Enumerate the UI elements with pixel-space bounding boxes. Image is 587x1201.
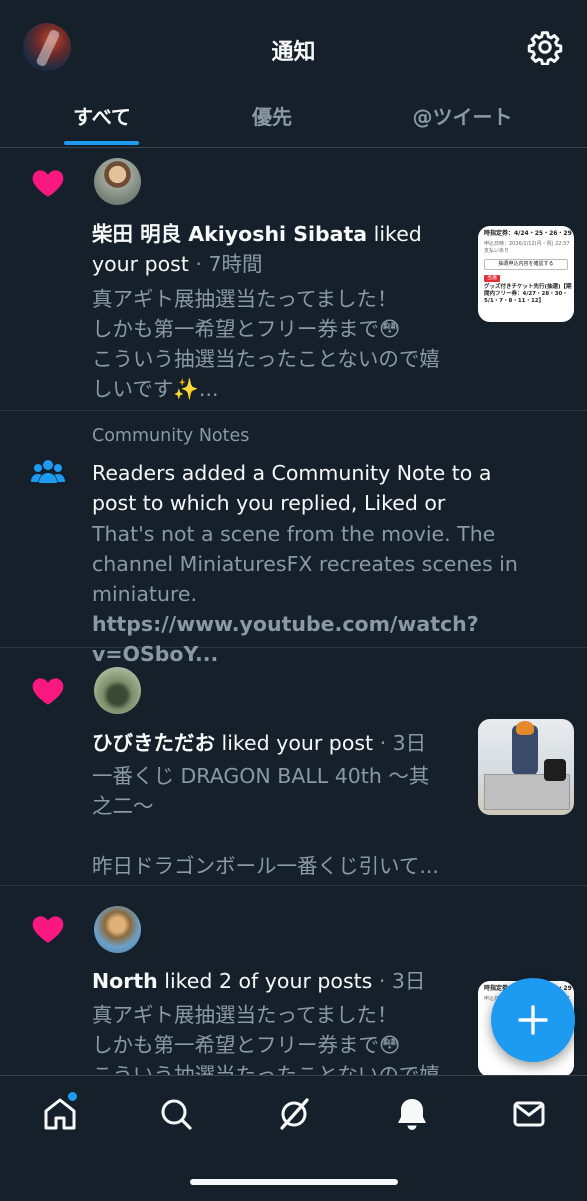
notification-tabs: すべて 優先 @ツイート [0,95,587,148]
user-name[interactable]: 柴田 明良 Akiyoshi Sibata [92,222,367,246]
messages-envelope-icon[interactable] [509,1094,549,1134]
post-thumbnail[interactable]: 時指定券：4/24・25・26・29 申込日時：2026/1/12(月・祝) 2… [478,226,574,322]
timestamp: · 7時間 [188,252,263,276]
notifications-bell-icon[interactable] [392,1094,432,1134]
post-preview: 真アギト展抽選当たってました！ しかも第一希望とフリー券まで😳 こういう抽選当た… [92,287,440,401]
tab-mentions[interactable]: @ツイート [395,101,530,130]
page-title: 通知 [271,40,316,65]
post-thumbnail[interactable] [478,719,574,815]
tab-priority[interactable]: 優先 [222,101,322,130]
notifications-feed[interactable]: 柴田 明良 Akiyoshi Sibata liked your post · … [0,148,587,1075]
notification-headline: 柴田 明良 Akiyoshi Sibata liked your post · … [92,222,422,276]
heart-icon [32,170,64,197]
category-label: Community Notes [92,426,250,446]
notification-like[interactable]: 柴田 明良 Akiyoshi Sibata liked your post · … [0,148,587,411]
timestamp: · 3日 [372,969,426,993]
notification-headline: North liked 2 of your posts · 3日 [92,969,426,993]
notification-like[interactable]: ひびきただお liked your post · 3日 一番くじ DRAGON … [0,648,587,886]
grok-icon[interactable] [274,1094,314,1134]
header: 通知 [0,0,587,95]
home-indicator [190,1179,398,1185]
post-preview: 一番くじ DRAGON BALL 40th 〜其 之二〜 昨日ドラゴンボール一番… [92,764,439,878]
user-name[interactable]: North [92,969,158,993]
notification-community-note[interactable]: Community Notes Readers added a Communit… [0,411,587,666]
user-name[interactable]: ひびきただお [92,731,215,755]
plus-icon [518,1005,548,1035]
note-text: That's not a scene from the movie. The c… [92,519,587,669]
search-icon[interactable] [156,1094,196,1134]
notification-like[interactable]: North liked 2 of your posts · 3日 真アギト展抽選… [0,886,587,1075]
community-people-icon [31,460,65,483]
active-tab-indicator [64,141,139,145]
user-avatar[interactable] [94,667,141,714]
post-preview: 真アギト展抽選当たってました！ しかも第一希望とフリー券まで😳 こういう抽選当た… [92,1003,440,1075]
settings-gear-icon[interactable] [527,29,563,65]
user-avatar[interactable] [94,158,141,205]
notification-headline: ひびきただお liked your post · 3日 [92,731,427,755]
unread-dot [66,1090,79,1103]
heart-icon [32,678,64,705]
notification-headline: Readers added a Community Note to a post… [92,461,492,515]
heart-icon [32,916,64,943]
tab-all[interactable]: すべて [48,101,156,130]
compose-post-button[interactable] [491,978,575,1062]
user-avatar[interactable] [94,906,141,953]
timestamp: · 3日 [373,731,427,755]
